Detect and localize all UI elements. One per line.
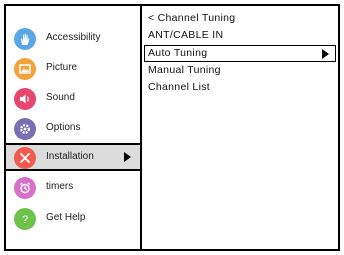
question-icon: ? [14, 208, 36, 230]
submenu-arrow-icon [322, 49, 329, 59]
svg-text:?: ? [22, 214, 28, 226]
menu-item-label: Installation [46, 151, 94, 162]
menu-item-label: Accessibility [46, 32, 101, 43]
hand-icon [14, 28, 36, 50]
picture-icon [14, 58, 36, 80]
menu-item-label: Picture [46, 62, 78, 73]
submenu-title-back[interactable]: < Channel Tuning [148, 12, 235, 24]
menu-item-label: Options [46, 122, 81, 133]
submenu: < Channel Tuning ANT/CABLE IN Auto Tunin… [144, 6, 338, 249]
alarm-clock-icon [14, 177, 36, 199]
speaker-icon [14, 88, 36, 110]
menu-item-get-help[interactable]: ? Get Help [6, 205, 140, 233]
menu-item-picture[interactable]: Picture [6, 55, 140, 83]
submenu-source: ANT/CABLE IN [148, 29, 224, 41]
main-menu: Accessibility Picture Sound Options Inst [6, 6, 140, 249]
menu-item-label: Get Help [46, 212, 86, 223]
gear-icon [14, 118, 36, 140]
menu-item-sound[interactable]: Sound [6, 85, 140, 113]
submenu-item-auto-tuning[interactable]: Auto Tuning [144, 45, 336, 62]
menu-item-timers[interactable]: timers [6, 174, 140, 202]
submenu-item-label: Manual Tuning [148, 64, 221, 76]
menu-item-accessibility[interactable]: Accessibility [6, 25, 140, 53]
column-divider [140, 6, 142, 249]
tv-menu-panel: Accessibility Picture Sound Options Inst [4, 4, 340, 251]
submenu-item-label: Channel List [148, 81, 210, 93]
menu-item-installation[interactable]: Installation [6, 143, 140, 171]
submenu-item-channel-list[interactable]: Channel List [144, 79, 338, 96]
menu-item-label: Sound [46, 92, 75, 103]
menu-item-options[interactable]: Options [6, 115, 140, 143]
submenu-arrow-icon [124, 152, 131, 162]
submenu-item-label: Auto Tuning [148, 47, 208, 59]
tools-icon [14, 147, 36, 169]
submenu-item-manual-tuning[interactable]: Manual Tuning [144, 62, 338, 79]
menu-item-label: timers [46, 181, 74, 192]
